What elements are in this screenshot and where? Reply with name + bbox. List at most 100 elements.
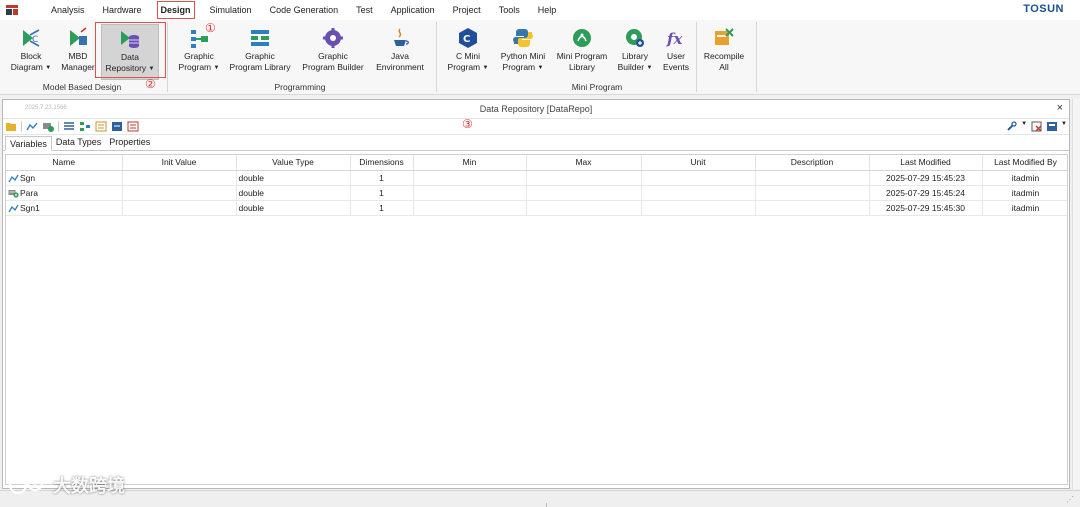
block-diagram-icon: C [23,29,40,47]
menu-code-generation[interactable]: Code Generation [261,0,348,20]
column-header-last-modified-by[interactable]: Last Modified By [982,155,1067,171]
layout-icon[interactable] [1046,121,1058,132]
annotation-marker-two: ② [145,77,156,91]
cell-unit[interactable] [641,200,756,216]
table-row[interactable]: Sgn1 double 1 2025-07-29 15:45:30 itadmi… [6,200,1067,216]
java-environment-label-2: Environment [376,62,424,72]
graphic-program-label-2: Program [178,62,212,72]
cell-init-value[interactable] [122,200,237,216]
menu-project[interactable]: Project [444,0,490,20]
column-header-init-value[interactable]: Init Value [122,155,237,171]
cell-value-type[interactable]: double [236,170,351,186]
tab-data-types[interactable]: Data Types [52,135,105,150]
menu-test[interactable]: Test [347,0,382,20]
menu-bar: Analysis Hardware Design Simulation Code… [0,0,1080,20]
cell-name[interactable]: Para [6,185,123,201]
tree-view-icon[interactable] [79,121,91,132]
cell-unit[interactable] [641,185,756,201]
open-folder-icon[interactable] [5,121,17,132]
graphic-program-builder-button[interactable]: Graphic Program Builder [298,24,368,80]
signal-icon [8,204,19,212]
cell-dimensions[interactable]: 1 [350,185,414,201]
close-icon[interactable]: × [1057,102,1063,114]
add-parameter-icon[interactable] [42,121,54,132]
function-icon: fx [666,30,683,48]
watermark-text: 大数跨境 [53,476,125,496]
c-language-icon: C [459,28,477,48]
cell-max[interactable] [526,170,642,186]
library-builder-button[interactable]: Library Builder ▼ [614,24,656,80]
cell-max[interactable] [526,185,642,201]
cell-name[interactable]: Sgn [6,170,123,186]
list-view-icon[interactable] [63,121,75,132]
java-environment-button[interactable]: Java Environment [372,24,428,80]
cell-min[interactable] [413,185,527,201]
cell-min[interactable] [413,200,527,216]
cell-unit[interactable] [641,170,756,186]
recompile-all-button[interactable]: Recompile All [700,24,748,80]
dropdown-arrow-icon[interactable]: ▼ [1021,121,1027,132]
wrench-icon[interactable] [1006,121,1018,132]
table-row[interactable]: Para double 1 2025-07-29 15:45:24 itadmi… [6,185,1067,201]
column-header-max[interactable]: Max [526,155,642,171]
column-header-value-type[interactable]: Value Type [236,155,351,171]
group-label-programming: Programming [274,82,326,92]
cell-min[interactable] [413,170,527,186]
tab-variables[interactable]: Variables [5,136,52,151]
export-icon[interactable] [111,121,123,132]
variables-table: Name Init Value Value Type Dimensions Mi… [6,155,1067,216]
cell-init-value[interactable] [122,170,237,186]
resize-grip-icon[interactable]: ⋰ [1066,495,1074,504]
add-signal-icon[interactable] [26,121,38,132]
delete-icon[interactable] [1031,121,1043,132]
column-header-unit[interactable]: Unit [641,155,756,171]
dropdown-arrow-icon[interactable]: ▼ [1061,121,1067,132]
app-logo-icon[interactable] [0,0,24,20]
cell-dimensions[interactable]: 1 [350,200,414,216]
tab-properties[interactable]: Properties [105,135,154,150]
column-header-dimensions[interactable]: Dimensions [350,155,414,171]
ribbon: C Block Diagram ▼ MBD Manager Data Repos… [0,20,1080,95]
menu-help[interactable]: Help [529,0,566,20]
cell-name-text: Sgn [20,172,36,183]
graphic-program-builder-label-1: Graphic [318,51,348,61]
cell-dimensions[interactable]: 1 [350,170,414,186]
cell-name[interactable]: Sgn1 [6,200,123,216]
column-header-description[interactable]: Description [755,155,870,171]
table-header-row: Name Init Value Value Type Dimensions Mi… [6,155,1067,171]
menu-design[interactable]: Design [156,1,195,19]
column-header-last-modified[interactable]: Last Modified [869,155,983,171]
cell-max[interactable] [526,200,642,216]
menu-analysis[interactable]: Analysis [42,0,94,20]
graphic-program-library-button[interactable]: Graphic Program Library [228,24,292,80]
properties-icon[interactable] [95,121,107,132]
library-builder-label-1: Library [622,51,648,61]
column-header-min[interactable]: Min [413,155,527,171]
svg-text:C: C [32,35,38,45]
python-mini-program-button[interactable]: Python Mini Program ▼ [496,24,550,80]
cell-init-value[interactable] [122,185,237,201]
menu-simulation[interactable]: Simulation [201,0,261,20]
user-events-button[interactable]: fx User Events [658,24,694,80]
annotation-marker-one: ① [205,21,216,35]
mini-program-library-button[interactable]: Mini Program Library [554,24,610,80]
cell-description[interactable] [755,170,870,186]
cell-value-type[interactable]: double [236,200,351,216]
import-icon[interactable] [127,121,139,132]
menu-application[interactable]: Application [382,0,444,20]
mbd-manager-button[interactable]: MBD Manager [58,24,98,80]
library-builder-icon [626,29,644,47]
cell-value-type[interactable]: double [236,185,351,201]
panel-toolbar-right: ▼ ▼ [1006,121,1067,132]
right-dock-strip[interactable] [1072,99,1080,489]
column-header-name[interactable]: Name [6,155,123,171]
menu-hardware[interactable]: Hardware [94,0,151,20]
menu-tools[interactable]: Tools [490,0,529,20]
cell-description[interactable] [755,185,870,201]
block-diagram-button[interactable]: C Block Diagram ▼ [8,24,54,80]
group-separator [696,22,697,92]
cell-description[interactable] [755,200,870,216]
mbd-manager-label-2: Manager [61,62,95,72]
table-row[interactable]: Sgn double 1 2025-07-29 15:45:23 itadmin [6,170,1067,186]
c-mini-program-button[interactable]: C C Mini Program ▼ [444,24,492,80]
